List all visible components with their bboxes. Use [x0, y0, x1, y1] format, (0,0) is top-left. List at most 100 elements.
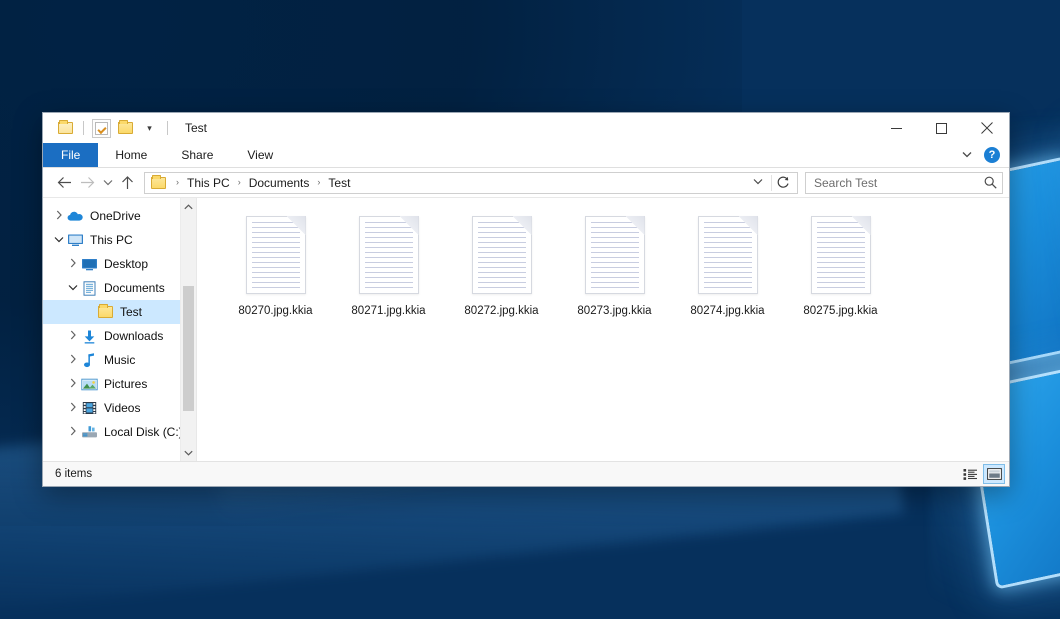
tab-view[interactable]: View [230, 143, 290, 167]
scrollbar-thumb[interactable] [183, 286, 194, 411]
file-explorer-window: ▾ Test [42, 112, 1010, 487]
tab-file[interactable]: File [43, 143, 98, 167]
expander-collapsed-icon[interactable] [65, 426, 81, 438]
sidebar-item-videos[interactable]: Videos [43, 396, 196, 420]
generic-document-icon [698, 216, 758, 294]
expander-collapsed-icon[interactable] [51, 210, 67, 222]
refresh-icon [777, 176, 790, 189]
expander-expanded-icon[interactable] [65, 284, 81, 293]
desktop-monitor-icon [81, 257, 98, 271]
chevron-right-icon [56, 210, 63, 220]
search-placeholder: Search Test [814, 176, 984, 190]
expander-collapsed-icon[interactable] [65, 402, 81, 414]
breadcrumb-item-test[interactable]: Test [326, 176, 352, 190]
expand-ribbon-button[interactable] [959, 150, 975, 161]
recent-locations-button[interactable] [99, 171, 116, 194]
sidebar-item-onedrive[interactable]: OneDrive [43, 204, 196, 228]
back-arrow-icon [57, 176, 72, 189]
properties-checkbox-icon [95, 122, 108, 135]
music-note-icon [81, 353, 98, 368]
file-name: 80275.jpg.kkia [803, 305, 877, 317]
expander-collapsed-icon[interactable] [65, 258, 81, 270]
folder-icon-button[interactable] [56, 119, 75, 138]
file-grid: 80270.jpg.kkia 80271.jpg.kkia [219, 212, 1009, 317]
large-icons-icon [987, 468, 1002, 480]
scroll-up-arrow-icon [184, 204, 193, 210]
tab-home[interactable]: Home [98, 143, 164, 167]
chevron-right-icon [70, 402, 77, 412]
scroll-down-arrow-icon [184, 450, 193, 456]
window-body: OneDrive This P [43, 197, 1009, 461]
large-icons-view-button[interactable] [983, 464, 1005, 484]
up-button[interactable] [116, 171, 139, 194]
customize-quick-access-button[interactable]: ▾ [140, 119, 159, 138]
sidebar-item-test[interactable]: Test [43, 300, 196, 324]
list-item[interactable]: 80273.jpg.kkia [558, 212, 671, 317]
sidebar-item-music[interactable]: Music [43, 348, 196, 372]
list-item[interactable]: 80274.jpg.kkia [671, 212, 784, 317]
quick-access-divider-2 [167, 121, 168, 135]
generic-document-icon [472, 216, 532, 294]
document-lines [365, 222, 413, 288]
back-button[interactable] [53, 171, 76, 194]
minimize-icon [891, 123, 902, 134]
navigation-pane-scrollbar[interactable] [180, 198, 196, 461]
details-list-icon [963, 468, 978, 481]
pictures-image-icon [81, 378, 98, 391]
file-name: 80270.jpg.kkia [238, 305, 312, 317]
chevron-right-icon [70, 330, 77, 340]
close-button[interactable] [964, 113, 1009, 143]
expander-collapsed-icon[interactable] [65, 330, 81, 342]
refresh-button[interactable] [772, 172, 794, 194]
sidebar-item-label: Downloads [104, 329, 163, 343]
details-view-button[interactable] [959, 464, 981, 484]
file-name: 80272.jpg.kkia [464, 305, 538, 317]
forward-arrow-icon [80, 176, 95, 189]
sidebar-item-documents[interactable]: Documents [43, 276, 196, 300]
forward-button[interactable] [76, 171, 99, 194]
breadcrumb-item-this-pc[interactable]: This PC [185, 176, 232, 190]
expander-collapsed-icon[interactable] [65, 354, 81, 366]
ribbon-tab-bar: File Home Share View ? [43, 143, 1009, 168]
recent-locations-chevron-icon [103, 179, 113, 186]
document-lines [591, 222, 639, 288]
scroll-down-button[interactable] [181, 444, 196, 461]
address-dropdown-button[interactable] [749, 177, 771, 188]
search-input[interactable]: Search Test [805, 172, 1003, 194]
sidebar-item-downloads[interactable]: Downloads [43, 324, 196, 348]
generic-document-icon [359, 216, 419, 294]
sidebar-item-desktop[interactable]: Desktop [43, 252, 196, 276]
chevron-down-icon [54, 236, 64, 243]
chevron-down-icon [962, 151, 972, 158]
generic-document-icon [246, 216, 306, 294]
list-item[interactable]: 80272.jpg.kkia [445, 212, 558, 317]
breadcrumb-item-documents[interactable]: Documents [247, 176, 312, 190]
breadcrumb[interactable]: › This PC › Documents › Test [144, 172, 798, 194]
quick-access-divider-1 [83, 121, 84, 135]
maximize-button[interactable] [919, 113, 964, 143]
expander-expanded-icon[interactable] [51, 236, 67, 245]
sidebar-item-this-pc[interactable]: This PC [43, 228, 196, 252]
search-icon [984, 176, 997, 189]
list-item[interactable]: 80271.jpg.kkia [332, 212, 445, 317]
sidebar-item-local-disk-c[interactable]: Local Disk (C:) [43, 420, 196, 444]
properties-button[interactable] [92, 119, 111, 138]
minimize-button[interactable] [874, 113, 919, 143]
tab-share[interactable]: Share [164, 143, 230, 167]
sidebar-item-label: Test [120, 305, 142, 319]
list-item[interactable]: 80270.jpg.kkia [219, 212, 332, 317]
list-item[interactable]: 80275.jpg.kkia [784, 212, 897, 317]
scroll-up-button[interactable] [181, 198, 196, 215]
search-button[interactable] [984, 176, 997, 189]
window-title: Test [176, 121, 207, 135]
help-button[interactable]: ? [984, 147, 1000, 163]
sidebar-item-pictures[interactable]: Pictures [43, 372, 196, 396]
sidebar-item-label: Desktop [104, 257, 148, 271]
up-arrow-icon [121, 176, 134, 190]
file-name: 80274.jpg.kkia [690, 305, 764, 317]
sidebar-item-label: Pictures [104, 377, 147, 391]
new-folder-button[interactable] [116, 119, 135, 138]
file-list-view[interactable]: 80270.jpg.kkia 80271.jpg.kkia [196, 198, 1009, 461]
navigation-pane: OneDrive This P [43, 198, 196, 461]
expander-collapsed-icon[interactable] [65, 378, 81, 390]
